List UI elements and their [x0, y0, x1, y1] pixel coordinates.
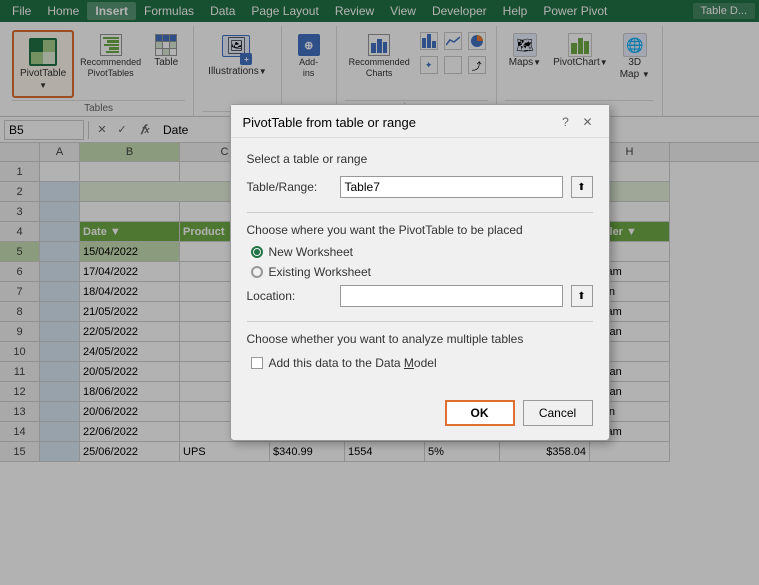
data-model-row: Add this data to the Data Model	[247, 356, 593, 370]
table-range-row: Table/Range: Table7 ⬆	[247, 176, 593, 198]
new-worksheet-row: New Worksheet	[247, 245, 593, 259]
pivot-table-dialog: PivotTable from table or range ? ✕ Selec…	[230, 143, 610, 441]
data-model-checkbox[interactable]	[251, 357, 263, 369]
model-section-label: Choose whether you want to analyze multi…	[247, 332, 593, 346]
location-label: Location:	[247, 289, 332, 303]
location-input[interactable]	[340, 285, 563, 307]
model-link[interactable]: M	[404, 356, 414, 370]
placement-label: Choose where you want the PivotTable to …	[247, 223, 593, 237]
new-worksheet-radio[interactable]	[251, 246, 263, 258]
cancel-button[interactable]: Cancel	[523, 400, 593, 426]
dialog-overlay: PivotTable from table or range ? ✕ Selec…	[0, 143, 759, 585]
existing-worksheet-radio[interactable]	[251, 266, 263, 278]
table-range-input[interactable]: Table7	[340, 176, 563, 198]
dialog-body: Select a table or range Table/Range: Tab…	[231, 143, 609, 400]
table-range-selector-btn[interactable]: ⬆	[571, 176, 593, 198]
new-worksheet-label: New Worksheet	[269, 245, 353, 259]
select-range-label: Select a table or range	[247, 152, 593, 166]
existing-worksheet-label: Existing Worksheet	[269, 265, 372, 279]
ok-button[interactable]: OK	[445, 400, 515, 426]
table-range-label: Table/Range:	[247, 180, 332, 194]
existing-worksheet-row: Existing Worksheet	[247, 265, 593, 279]
location-selector-btn[interactable]: ⬆	[571, 285, 593, 307]
data-model-label: Add this data to the Data Model	[269, 356, 437, 370]
dialog-footer: OK Cancel	[231, 400, 609, 440]
location-row: Location: ⬆	[247, 285, 593, 307]
